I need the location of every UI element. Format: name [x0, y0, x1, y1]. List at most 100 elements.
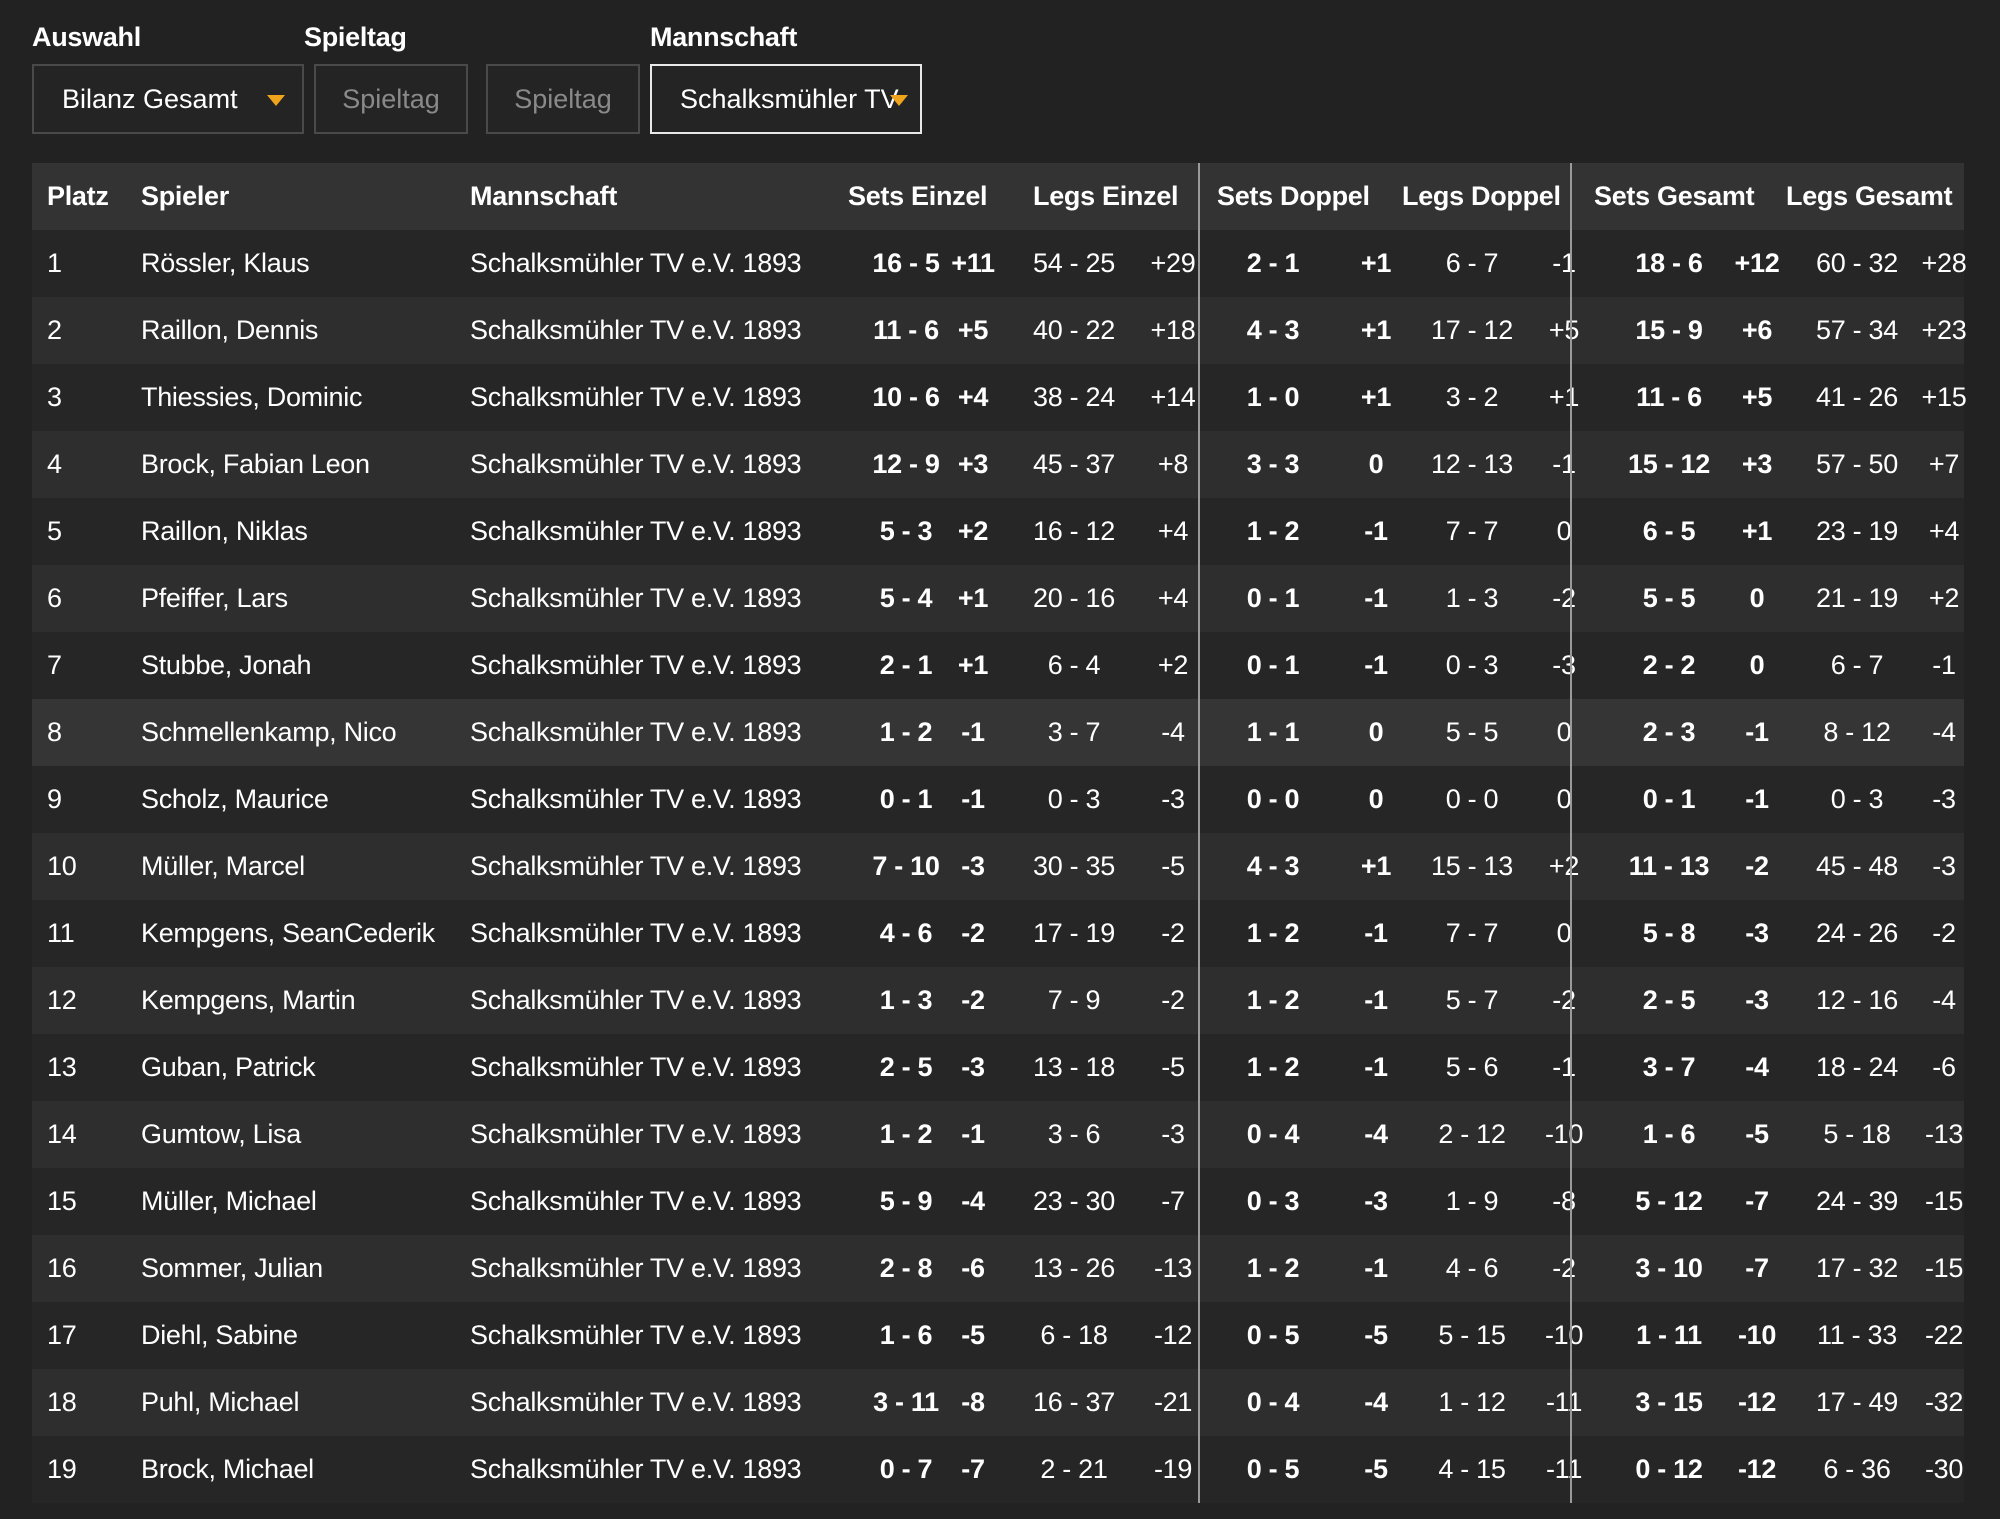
cell-led: -19: [1153, 1454, 1193, 1484]
cell-sdd: -4: [1364, 1387, 1388, 1417]
table-row[interactable]: 10 Müller, Marcel Schalksmühler TV e.V. 18…: [32, 833, 1964, 900]
cell-le: 30 - 35: [1033, 851, 1115, 881]
col-header-spieler[interactable]: Spieler: [141, 163, 229, 230]
cell-sed: +5: [957, 315, 989, 345]
table-row[interactable]: 8 Schmellenkamp, Nico Schalksmühler TV e.V…: [32, 699, 1964, 766]
cell-sdd: -1: [1364, 918, 1388, 948]
table-row[interactable]: 5 Raillon, Niklas Schalksmühler TV e.V. 18…: [32, 498, 1964, 565]
cell-sgd: -1: [1745, 784, 1769, 814]
cell-sd: 1 - 2: [1246, 918, 1300, 948]
cell-led: -12: [1153, 1320, 1193, 1350]
table-row[interactable]: 3 Thiessies, Dominic Schalksmühler TV e.V.…: [32, 364, 1967, 431]
cell-le: 6 - 18: [1040, 1320, 1108, 1350]
cell-ld: 15 - 13: [1431, 851, 1513, 881]
table-row[interactable]: 17 Diehl, Sabine Schalksmühler TV e.V. 189…: [32, 1302, 1964, 1369]
cell-lgd: -15: [1924, 1253, 1964, 1283]
cell-sgd: -3: [1745, 918, 1769, 948]
cell-mannschaft: Schalksmühler TV e.V. 1893: [470, 382, 802, 412]
cell-sgd: -7: [1745, 1253, 1769, 1283]
table-row[interactable]: 19 Brock, Michael Schalksmühler TV e.V. 18…: [32, 1436, 1964, 1503]
cell-ldd: -11: [1545, 1387, 1583, 1417]
cell-spieler: Müller, Michael: [141, 1186, 317, 1216]
cell-sgd: -5: [1745, 1119, 1769, 1149]
cell-sd: 1 - 1: [1246, 717, 1300, 747]
table-row[interactable]: 11 Kempgens, SeanCederik Schalksmühler TV …: [32, 900, 1964, 967]
cell-lgd: -15: [1924, 1186, 1964, 1216]
cell-lgd: -1: [1932, 650, 1956, 680]
cell-lgd: +23: [1921, 315, 1967, 345]
cell-sed: +3: [957, 449, 989, 479]
cell-mannschaft: Schalksmühler TV e.V. 1893: [470, 717, 802, 747]
cell-sdd: -5: [1364, 1320, 1388, 1350]
cell-sd: 4 - 3: [1246, 315, 1300, 345]
col-header-platz[interactable]: Platz: [47, 163, 109, 230]
table-row[interactable]: 2 Raillon, Dennis Schalksmühler TV e.V. 18…: [32, 297, 1967, 364]
cell-sd: 1 - 2: [1246, 985, 1300, 1015]
cell-ldd: -1: [1552, 1052, 1576, 1082]
col-header-sets-gesamt[interactable]: Sets Gesamt: [1594, 163, 1755, 230]
cell-spieler: Brock, Michael: [141, 1454, 314, 1484]
cell-ldd: 0: [1556, 516, 1572, 546]
column-divider: [1198, 163, 1200, 1503]
cell-ldd: -3: [1552, 650, 1576, 680]
cell-sd: 2 - 1: [1246, 248, 1300, 278]
cell-le: 23 - 30: [1033, 1186, 1115, 1216]
cell-le: 45 - 37: [1033, 449, 1115, 479]
table-row[interactable]: 4 Brock, Fabian Leon Schalksmühler TV e.V.…: [32, 431, 1964, 498]
cell-platz: 14: [47, 1119, 77, 1149]
cell-le: 16 - 12: [1033, 516, 1115, 546]
cell-ldd: -2: [1552, 583, 1576, 613]
cell-spieler: Guban, Patrick: [141, 1052, 316, 1082]
col-header-legs-doppel[interactable]: Legs Doppel: [1402, 163, 1561, 230]
cell-led: +4: [1157, 583, 1189, 613]
cell-sg: 18 - 6: [1635, 248, 1703, 278]
cell-sg: 2 - 5: [1642, 985, 1696, 1015]
table-row[interactable]: 7 Stubbe, Jonah Schalksmühler TV e.V. 1893…: [32, 632, 1964, 699]
selection-label: Auswahl: [32, 22, 141, 52]
matchday-to-select[interactable]: Spieltag: [486, 64, 640, 134]
cell-led: -13: [1153, 1253, 1193, 1283]
cell-mannschaft: Schalksmühler TV e.V. 1893: [470, 1253, 802, 1283]
cell-sed: -1: [961, 784, 985, 814]
selection-dropdown[interactable]: Bilanz Gesamt: [32, 64, 304, 134]
table-row[interactable]: 9 Scholz, Maurice Schalksmühler TV e.V. 18…: [32, 766, 1964, 833]
team-dropdown[interactable]: Schalksmühler TV: [650, 64, 922, 134]
col-header-mannschaft[interactable]: Mannschaft: [470, 163, 617, 230]
cell-sed: +2: [957, 516, 989, 546]
col-header-legs-gesamt[interactable]: Legs Gesamt: [1786, 163, 1953, 230]
cell-le: 2 - 21: [1040, 1454, 1108, 1484]
cell-sg: 11 - 6: [1636, 382, 1702, 412]
cell-mannschaft: Schalksmühler TV e.V. 1893: [470, 1387, 802, 1417]
player-stats-table: Platz Spieler Mannschaft Sets Einzel Leg…: [32, 163, 1967, 1503]
col-header-sets-einzel[interactable]: Sets Einzel: [848, 163, 988, 230]
table-row[interactable]: 12 Kempgens, Martin Schalksmühler TV e.V. …: [32, 967, 1964, 1034]
cell-platz: 11: [47, 918, 75, 948]
cell-sed: +1: [957, 650, 989, 680]
table-row[interactable]: 15 Müller, Michael Schalksmühler TV e.V. 1…: [32, 1168, 1964, 1235]
cell-sd: 0 - 0: [1246, 784, 1300, 814]
cell-platz: 12: [47, 985, 77, 1015]
cell-spieler: Brock, Fabian Leon: [141, 449, 370, 479]
table-row[interactable]: 13 Guban, Patrick Schalksmühler TV e.V. 18…: [32, 1034, 1964, 1101]
cell-le: 3 - 6: [1047, 1119, 1101, 1149]
cell-sd: 1 - 2: [1246, 516, 1300, 546]
cell-mannschaft: Schalksmühler TV e.V. 1893: [470, 851, 802, 881]
cell-sed: -8: [961, 1387, 985, 1417]
cell-sg: 11 - 13: [1628, 851, 1710, 881]
col-header-legs-einzel[interactable]: Legs Einzel: [1033, 163, 1179, 230]
cell-lg: 0 - 3: [1830, 784, 1884, 814]
table-row[interactable]: 6 Pfeiffer, Lars Schalksmühler TV e.V. 189…: [32, 565, 1964, 632]
cell-led: +14: [1150, 382, 1196, 412]
table-row[interactable]: 14 Gumtow, Lisa Schalksmühler TV e.V. 1893…: [32, 1101, 1964, 1168]
cell-sed: -2: [961, 985, 985, 1015]
cell-ld: 0 - 3: [1445, 650, 1499, 680]
col-header-sets-doppel[interactable]: Sets Doppel: [1217, 163, 1370, 230]
table-row[interactable]: 18 Puhl, Michael Schalksmühler TV e.V. 189…: [32, 1369, 1964, 1436]
table-row[interactable]: 1 Rössler, Klaus Schalksmühler TV e.V. 189…: [32, 230, 1967, 297]
table-body: 1 Rössler, Klaus Schalksmühler TV e.V. 189…: [32, 230, 1967, 1503]
table-row[interactable]: 16 Sommer, Julian Schalksmühler TV e.V. 18…: [32, 1235, 1964, 1302]
cell-ldd: 0: [1556, 918, 1572, 948]
cell-led: +8: [1157, 449, 1189, 479]
matchday-from-select[interactable]: Spieltag: [314, 64, 468, 134]
cell-sgd: -3: [1745, 985, 1769, 1015]
